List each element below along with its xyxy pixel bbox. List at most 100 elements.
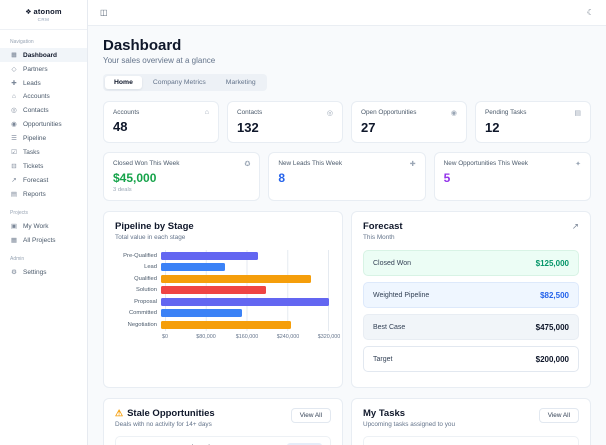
stat-icon: ⌂ <box>204 109 209 116</box>
projects-section-label: Projects <box>10 210 29 216</box>
sidebar-item[interactable]: ▣ My Work <box>0 219 87 233</box>
main-area: ◫ ☾ Dashboard Your sales overview at a g… <box>88 0 606 445</box>
sidebar-item[interactable]: ☰ Pipeline <box>0 131 87 145</box>
sidebar-item-icon: ☰ <box>11 135 17 142</box>
chart-bar[interactable] <box>161 263 225 272</box>
theme-toggle-icon[interactable]: ☾ <box>587 8 594 17</box>
sidebar-item[interactable]: ▦ All Projects <box>0 233 87 247</box>
stat-value: 5 <box>443 171 451 185</box>
stat-icon: ✦ <box>575 161 581 168</box>
sidebar-item-icon: ⚙ <box>11 269 17 276</box>
forecast-subtitle: This Month <box>363 234 395 241</box>
sidebar-item-label: Tasks <box>23 148 40 156</box>
view-all-button[interactable]: View All <box>538 408 579 423</box>
forecast-row-label: Target <box>373 355 393 363</box>
tasks-subtitle: Upcoming tasks assigned to you <box>363 421 456 428</box>
chart-category-label: Negotiation <box>127 321 157 328</box>
sidebar-item-icon: ▤ <box>10 191 18 198</box>
view-all-button[interactable]: View All <box>290 408 331 423</box>
stat-label: Pending Tasks <box>485 109 527 116</box>
sidebar-item-label: All Projects <box>23 236 56 244</box>
tab[interactable]: Company Metrics <box>144 76 215 89</box>
content: Dashboard Your sales overview at a glanc… <box>88 26 606 445</box>
sidebar-item[interactable]: ⊞ Dashboard <box>0 48 87 62</box>
stat-subtext: 3 deals <box>113 187 132 193</box>
sidebar-item[interactable]: ↗ Forecast <box>0 173 87 187</box>
forecast-rows: Closed Won $125,000 Weighted Pipeline $8… <box>363 250 579 372</box>
chart-category-label: Proposal <box>134 298 157 305</box>
axis-tick-label: $0 <box>162 333 168 340</box>
forecast-row: Closed Won $125,000 <box>363 250 579 276</box>
stat-label: New Leads This Week <box>278 160 343 167</box>
weekly-stat-card[interactable]: Closed Won This Week ✪ $45,000 3 deals <box>103 152 261 201</box>
forecast-row: Weighted Pipeline $82,500 <box>363 282 579 308</box>
sidebar-item[interactable]: ◇ Partners <box>0 62 87 76</box>
sidebar-item[interactable]: ▤ Reports <box>0 187 87 201</box>
tasks-title: My Tasks <box>363 408 406 419</box>
chart-category-label: Solution <box>136 287 157 294</box>
stat-card[interactable]: Contacts ◎ 132 <box>227 101 343 143</box>
trending-up-icon: ↗ <box>571 221 579 231</box>
chart-category-label: Committed <box>128 310 157 317</box>
sidebar-item[interactable]: ◎ Contacts <box>0 103 87 117</box>
bottom-row: ⚠ Stale Opportunities Deals with no acti… <box>103 398 591 445</box>
sidebar-item-label: Reports <box>23 190 46 198</box>
chart-subtitle: Total value in each stage <box>115 234 186 241</box>
sidebar-item[interactable]: ⊟ Tickets <box>0 159 87 173</box>
chart-track <box>161 297 329 306</box>
sidebar-item-label: Pipeline <box>23 134 47 142</box>
forecast-row: Target $200,000 <box>363 346 579 372</box>
stat-card[interactable]: Accounts ⌂ 48 <box>103 101 219 143</box>
chart-bar[interactable] <box>161 274 311 283</box>
axis-tick-label: $80,000 <box>196 333 216 340</box>
sidebar-item[interactable]: ☑ Tasks <box>0 145 87 159</box>
stat-card[interactable]: Pending Tasks ▤ 12 <box>475 101 591 143</box>
logo-text: atonom <box>33 7 62 16</box>
sidebar-item[interactable]: ⚙ Settings <box>0 265 87 279</box>
warning-icon: ⚠ <box>115 408 124 418</box>
task-item[interactable]: Follow up with Acme Corp Tomorrow <box>363 436 579 445</box>
weekly-stat-card[interactable]: New Leads This Week ✚ 8 <box>268 152 426 201</box>
chart-bar[interactable] <box>161 251 259 260</box>
stat-icon: ✪ <box>244 161 251 168</box>
page-title: Dashboard <box>103 37 182 54</box>
stat-label: Accounts <box>113 109 140 116</box>
stale-list: Acme Corp - Enterprise Plan Acme Corpora… <box>115 436 331 445</box>
axis-tick-label: $320,000 <box>317 333 341 340</box>
sidebar-item-label: Dashboard <box>23 51 57 59</box>
stale-deal-item[interactable]: Acme Corp - Enterprise Plan Acme Corpora… <box>115 436 331 445</box>
sidebar-item[interactable]: ⌂ Accounts <box>0 90 87 103</box>
chart-bar[interactable] <box>161 297 329 306</box>
tab[interactable]: Marketing <box>217 76 265 89</box>
stat-icon: ▤ <box>574 110 581 117</box>
weekly-stat-card[interactable]: New Opportunities This Week ✦ 5 <box>433 152 591 201</box>
bar-chart: Pre-Qualified Lead Qualified Solution Pr… <box>115 250 340 342</box>
sidebar-toggle-icon[interactable]: ◫ <box>100 8 108 17</box>
pipeline-chart-panel: Pipeline by Stage Total value in each st… <box>103 211 343 388</box>
nav-list: ⊞ Dashboard ◇ Partners ✚ Leads ⌂ Account… <box>0 48 87 201</box>
forecast-row-value: $200,000 <box>535 354 569 364</box>
chart-track <box>161 263 329 272</box>
sidebar-item[interactable]: ◉ Opportunities <box>0 117 87 131</box>
nav-section-label: Navigation <box>10 39 34 45</box>
sidebar-item-label: Leads <box>23 79 41 87</box>
chart-track <box>161 286 329 295</box>
my-tasks-panel: My Tasks Upcoming tasks assigned to you … <box>351 398 591 445</box>
stat-card[interactable]: Open Opportunities ◉ 27 <box>351 101 467 143</box>
chart-row: Lead <box>115 262 331 274</box>
chart-row: Proposal <box>115 296 331 308</box>
chart-row: Qualified <box>115 273 331 285</box>
topbar: ◫ ☾ <box>88 0 606 26</box>
chart-bar[interactable] <box>161 320 292 329</box>
sidebar-item-label: Tickets <box>23 162 44 170</box>
sidebar-item-icon: ⌂ <box>12 93 16 100</box>
sidebar-item[interactable]: ✚ Leads <box>0 76 87 90</box>
sidebar-item-label: Opportunities <box>23 120 62 128</box>
tab-bar: Home Company Metrics Marketing <box>103 74 267 91</box>
chart-bar[interactable] <box>161 286 266 295</box>
stat-value: 48 <box>113 119 128 134</box>
tab[interactable]: Home <box>105 76 142 89</box>
chart-row: Committed <box>115 308 331 320</box>
chart-bar[interactable] <box>161 309 242 318</box>
chart-row: Negotiation <box>115 319 331 331</box>
